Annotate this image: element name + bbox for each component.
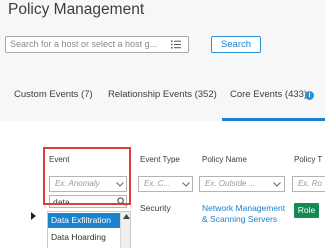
policy-name-filter-select[interactable]: Ex. Outside ... [199,176,285,192]
dropdown-scrollbar[interactable] [120,212,130,248]
tab-custom-events[interactable]: Custom Events (7) [14,89,93,100]
column-header-policy-name[interactable]: Policy Name [202,155,247,164]
chevron-up-icon[interactable] [123,214,130,219]
tab-relationship-events[interactable]: Relationship Events (352) [108,89,217,100]
policy-type-filter-placeholder: Ex. Ro [298,179,323,188]
event-dropdown-list: Data Exfiltration Data Hoarding [47,211,131,248]
search-button[interactable]: Search [211,36,261,53]
highlight-box [43,147,131,205]
list-icon[interactable] [171,40,181,49]
info-icon[interactable]: i [305,91,314,100]
policy-name-link-line-1[interactable]: Network Management [202,203,285,213]
chevron-down-icon [182,182,190,187]
event-type-filter-select[interactable]: Ex. C... [138,176,193,192]
policy-name-filter-placeholder: Ex. Outside ... [205,179,256,188]
host-search-input[interactable]: Search for a host or select a host g... [5,36,189,53]
column-header-event-type[interactable]: Event Type [140,155,180,164]
policy-type-badge: Role [294,203,319,218]
dropdown-option-data-hoarding[interactable]: Data Hoarding [48,230,120,245]
active-tab-indicator [222,118,325,121]
event-type-filter-placeholder: Ex. C... [144,179,171,188]
event-type-cell: Security [140,203,171,213]
policy-type-filter-select[interactable]: Ex. Ro [292,176,325,192]
tab-core-events[interactable]: Core Events (433) [230,89,307,100]
page-title: Policy Management [8,1,145,18]
policy-name-link-line-2[interactable]: & Scanning Servers [202,214,277,224]
expand-row-icon[interactable] [31,212,36,220]
chevron-down-icon [273,182,281,187]
column-header-policy-type[interactable]: Policy T [294,155,322,164]
dropdown-option-data-exfiltration[interactable]: Data Exfiltration [48,213,120,228]
